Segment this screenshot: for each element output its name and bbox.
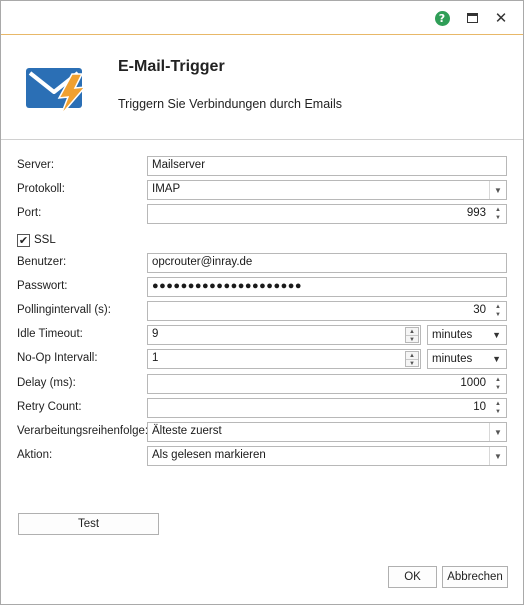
password-label: Passwort: [17, 280, 68, 292]
user-input[interactable]: opcrouter@inray.de [147, 253, 507, 273]
cancel-button[interactable]: Abbrechen [442, 566, 508, 588]
spin-up-icon[interactable]: ▲ [491, 206, 505, 214]
delay-spinner[interactable]: ▲ ▼ [491, 376, 505, 392]
checkmark-icon: ✔ [18, 233, 29, 247]
ok-button[interactable]: OK [388, 566, 437, 588]
spin-down-icon[interactable]: ▼ [491, 408, 505, 416]
idle-timeout-input[interactable]: 9 ▲ ▼ [147, 325, 421, 345]
protocol-dropdown[interactable]: IMAP ▼ [147, 180, 507, 200]
spin-up-icon[interactable]: ▲ [406, 328, 418, 336]
spin-up-icon[interactable]: ▲ [491, 376, 505, 384]
help-icon: ? [434, 10, 450, 26]
action-dropdown[interactable]: Als gelesen markieren ▼ [147, 446, 507, 466]
noop-interval-row: No-Op Intervall: 1 ▲ ▼ minutes ▼ [1, 349, 523, 369]
order-dropdown[interactable]: Älteste zuerst ▼ [147, 422, 507, 442]
port-label: Port: [17, 207, 42, 219]
close-button[interactable]: ✕ [492, 9, 510, 27]
order-value: Älteste zuerst [152, 425, 222, 437]
port-spinner[interactable]: ▲ ▼ [491, 206, 505, 222]
maximize-icon [466, 13, 478, 23]
password-row: Passwort: ●●●●●●●●●●●●●●●●●●●●● [1, 277, 523, 297]
chevron-down-icon[interactable]: ▼ [489, 181, 506, 199]
maximize-button[interactable] [463, 9, 481, 27]
polling-row: Pollingintervall (s): 30 ▲ ▼ [1, 301, 523, 321]
protocol-value: IMAP [152, 183, 181, 195]
port-row: Port: 993 ▲ ▼ [1, 204, 523, 224]
delay-label: Delay (ms): [17, 377, 76, 389]
polling-input[interactable]: 30 ▲ ▼ [147, 301, 507, 321]
delay-row: Delay (ms): 1000 ▲ ▼ [1, 374, 523, 394]
user-row: Benutzer: opcrouter@inray.de [1, 253, 523, 273]
ssl-label: SSL [34, 234, 56, 246]
noop-interval-unit-dropdown[interactable]: minutes ▼ [427, 349, 507, 369]
title-bar: ? ✕ [1, 1, 523, 35]
spin-down-icon[interactable]: ▼ [491, 214, 505, 222]
retry-label: Retry Count: [17, 401, 82, 413]
delay-input[interactable]: 1000 ▲ ▼ [147, 374, 507, 394]
noop-interval-label: No-Op Intervall: [17, 352, 98, 364]
protocol-row: Protokoll: IMAP ▼ [1, 180, 523, 200]
dialog-window: ? ✕ E-Mail-Trigger Triggern Sie Verbindu… [0, 0, 524, 605]
polling-label: Pollingintervall (s): [17, 304, 111, 316]
dialog-subtitle: Triggern Sie Verbindungen durch Emails [118, 97, 342, 111]
action-row: Aktion: Als gelesen markieren ▼ [1, 446, 523, 466]
idle-timeout-unit-dropdown[interactable]: minutes ▼ [427, 325, 507, 345]
user-label: Benutzer: [17, 256, 67, 268]
chevron-down-icon[interactable]: ▼ [489, 423, 506, 441]
server-input[interactable]: Mailserver [147, 156, 507, 176]
port-input[interactable]: 993 ▲ ▼ [147, 204, 507, 224]
order-row: Verarbeitungsreihenfolge: Älteste zuerst… [1, 422, 523, 442]
chevron-down-icon[interactable]: ▼ [489, 447, 506, 465]
noop-interval-input[interactable]: 1 ▲ ▼ [147, 349, 421, 369]
help-button[interactable]: ? [433, 9, 451, 27]
idle-timeout-value: 9 [152, 328, 159, 340]
chevron-down-icon: ▼ [492, 354, 501, 364]
spin-up-icon[interactable]: ▲ [491, 400, 505, 408]
idle-timeout-spinner[interactable]: ▲ ▼ [405, 327, 419, 343]
spin-down-icon[interactable]: ▼ [491, 311, 505, 319]
spin-down-icon[interactable]: ▼ [491, 384, 505, 392]
polling-spinner[interactable]: ▲ ▼ [491, 303, 505, 319]
noop-interval-value: 1 [152, 352, 159, 364]
close-icon: ✕ [494, 9, 508, 27]
retry-input[interactable]: 10 ▲ ▼ [147, 398, 507, 418]
noop-interval-spinner[interactable]: ▲ ▼ [405, 351, 419, 367]
idle-timeout-label: Idle Timeout: [17, 328, 83, 340]
protocol-label: Protokoll: [17, 183, 65, 195]
email-lightning-icon [26, 68, 87, 116]
idle-timeout-unit-value: minutes [432, 329, 473, 341]
chevron-down-icon: ▼ [492, 330, 501, 340]
spin-down-icon[interactable]: ▼ [406, 360, 418, 368]
ssl-checkbox-row[interactable]: ✔ SSL [17, 232, 56, 248]
retry-spinner[interactable]: ▲ ▼ [491, 400, 505, 416]
spin-up-icon[interactable]: ▲ [491, 303, 505, 311]
dialog-title: E-Mail-Trigger [118, 58, 225, 75]
polling-value: 30 [473, 304, 486, 316]
retry-value: 10 [473, 401, 486, 413]
server-label: Server: [17, 159, 55, 171]
ssl-checkbox[interactable]: ✔ [17, 233, 30, 247]
noop-interval-unit-value: minutes [432, 353, 473, 365]
idle-timeout-row: Idle Timeout: 9 ▲ ▼ minutes ▼ [1, 325, 523, 345]
dialog-header: E-Mail-Trigger Triggern Sie Verbindungen… [1, 36, 523, 140]
password-input[interactable]: ●●●●●●●●●●●●●●●●●●●●● [147, 277, 507, 297]
spin-down-icon[interactable]: ▼ [406, 336, 418, 344]
action-value: Als gelesen markieren [152, 449, 266, 461]
action-label: Aktion: [17, 449, 53, 461]
test-button[interactable]: Test [18, 513, 159, 535]
port-value: 993 [466, 207, 486, 219]
server-row: Server: Mailserver [1, 156, 523, 176]
retry-row: Retry Count: 10 ▲ ▼ [1, 398, 523, 418]
order-label: Verarbeitungsreihenfolge: [17, 425, 149, 437]
spin-up-icon[interactable]: ▲ [406, 352, 418, 360]
delay-value: 1000 [460, 377, 486, 389]
